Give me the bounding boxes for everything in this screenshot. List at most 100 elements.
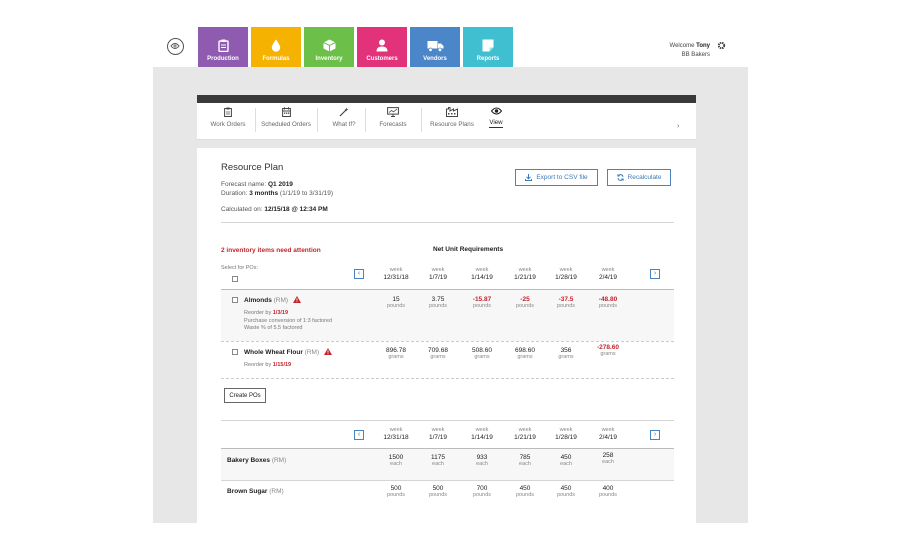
duration-value: 3 months [249,190,279,197]
cell-value: 450 [519,485,531,492]
logo-icon[interactable] [167,38,184,55]
divider [317,108,318,132]
cell-unit: each [519,461,531,467]
subnav-what-if[interactable]: What If? [325,107,363,128]
value-cell: 698.60 grams [503,347,547,361]
week-header: week 12/31/18 [374,427,418,441]
cell-value: 1175 [431,454,445,461]
cell-value: -48.80 [598,296,618,303]
item-name[interactable]: Whole Wheat Flour (RM) [244,348,332,356]
item-name-text: Bakery Boxes [227,457,270,464]
clipboard-icon [217,39,229,52]
nav-tile-reports[interactable]: Reports [463,27,513,67]
value-cell: 15 pounds [374,296,418,310]
cell-unit: pounds [386,303,406,309]
divider [221,420,674,421]
cell-unit: grams [430,354,446,360]
week-date: 1/21/19 [514,274,536,281]
subnav-label: Forecasts [379,121,407,128]
subnav-label: Work Orders [210,121,246,128]
calculated-value: 12/15/18 @ 12:34 PM [264,206,328,213]
cell-unit: each [602,459,614,465]
export-csv-button[interactable]: Export to CSV file [515,169,598,186]
value-cell: 3.75 pounds [416,296,460,310]
cell-unit: pounds [515,303,535,309]
select-all-checkbox[interactable] [232,276,238,282]
cell-value: -25 [520,296,530,303]
cell-unit: pounds [428,492,448,498]
subnav-view[interactable]: View [485,107,507,128]
value-cell: 785 each [503,454,547,468]
item-checkbox[interactable] [232,297,238,303]
week-label: week [518,267,532,273]
calendar-icon [281,107,291,117]
gear-icon[interactable] [717,41,726,50]
company-name: BB Bakers [681,52,710,58]
cell-value: 1500 [388,454,404,461]
clipboard-icon [224,107,232,117]
week-date: 12/31/18 [383,434,409,441]
item-name[interactable]: Bakery Boxes (RM) [227,457,286,464]
wand-icon [339,107,349,117]
nav-tile-label: Reports [476,56,500,62]
week-header: week 2/4/19 [586,427,630,441]
week-label: week [518,427,532,433]
week-label: week [389,427,403,433]
prev-week-button[interactable]: ‹ [354,430,364,440]
user-greeting[interactable]: Welcome Tony BB Bakers [670,42,710,60]
nav-tile-inventory[interactable]: Inventory [304,27,354,67]
factory-icon [446,107,458,117]
divider [221,378,674,379]
duration-label: Duration: [221,190,248,197]
cell-value: 698.60 [515,347,535,354]
cell-unit: pounds [598,303,618,309]
value-cell: 933 each [460,454,504,468]
week-header: week 1/28/19 [544,427,588,441]
subnav-scheduled-orders[interactable]: Scheduled Orders [259,107,313,128]
week-date: 1/14/19 [471,434,493,441]
cell-value: 500 [432,485,444,492]
divider [365,108,366,132]
next-week-button[interactable]: › [650,430,660,440]
value-cell: 508.60 grams [460,347,504,361]
week-label: week [559,267,573,273]
cell-value: 508.60 [472,347,492,354]
value-cell: -278.60 grams [586,344,630,358]
prev-week-button[interactable]: ‹ [354,269,364,279]
week-header: week 2/4/19 [586,267,630,281]
nav-tile-vendors[interactable]: Vendors [410,27,460,67]
week-date: 2/4/19 [598,274,618,281]
value-cell: 258 each [586,452,630,466]
cell-value: 15 [392,296,400,303]
subnav-forecasts[interactable]: Forecasts [373,107,413,128]
cell-value: -278.60 [596,344,620,351]
week-date: 2/4/19 [598,434,618,441]
forecast-name-line: Forecast name: Q1 2019 [221,181,293,188]
week-label: week [475,267,489,273]
item-name[interactable]: Brown Sugar (RM) [227,488,284,495]
week-header: week 12/31/18 [374,267,418,281]
nav-tile-customers[interactable]: Customers [357,27,407,67]
nav-tile-label: Inventory [315,56,343,62]
create-pos-button[interactable]: Create POs [224,388,266,403]
value-cell: 356 grams [544,347,588,361]
cell-unit: grams [517,354,533,360]
cell-unit: pounds [515,492,535,498]
cell-value: 356 [560,347,572,354]
reorder-date: 1/15/19 [272,362,292,368]
conversion-note: Purchase conversion of 1:3 factored [244,318,333,324]
next-week-button[interactable]: › [650,269,660,279]
item-checkbox[interactable] [232,349,238,355]
item-name[interactable]: Almonds (RM) [244,296,301,304]
nav-tile-production[interactable]: Production [198,27,248,67]
nav-tile-formulas[interactable]: Formulas [251,27,301,67]
recalculate-button[interactable]: Recalculate [607,169,671,186]
subnav-resource-plans[interactable]: Resource Plans [429,107,475,128]
duration-line: Duration: 3 months (1/1/19 to 3/31/19) [221,190,333,197]
week-header: week 1/21/19 [503,427,547,441]
subnav-work-orders[interactable]: Work Orders [205,107,251,128]
forecast-icon [387,107,399,117]
subnav-label: Scheduled Orders [261,121,311,128]
week-label: week [389,267,403,273]
divider [421,108,422,132]
